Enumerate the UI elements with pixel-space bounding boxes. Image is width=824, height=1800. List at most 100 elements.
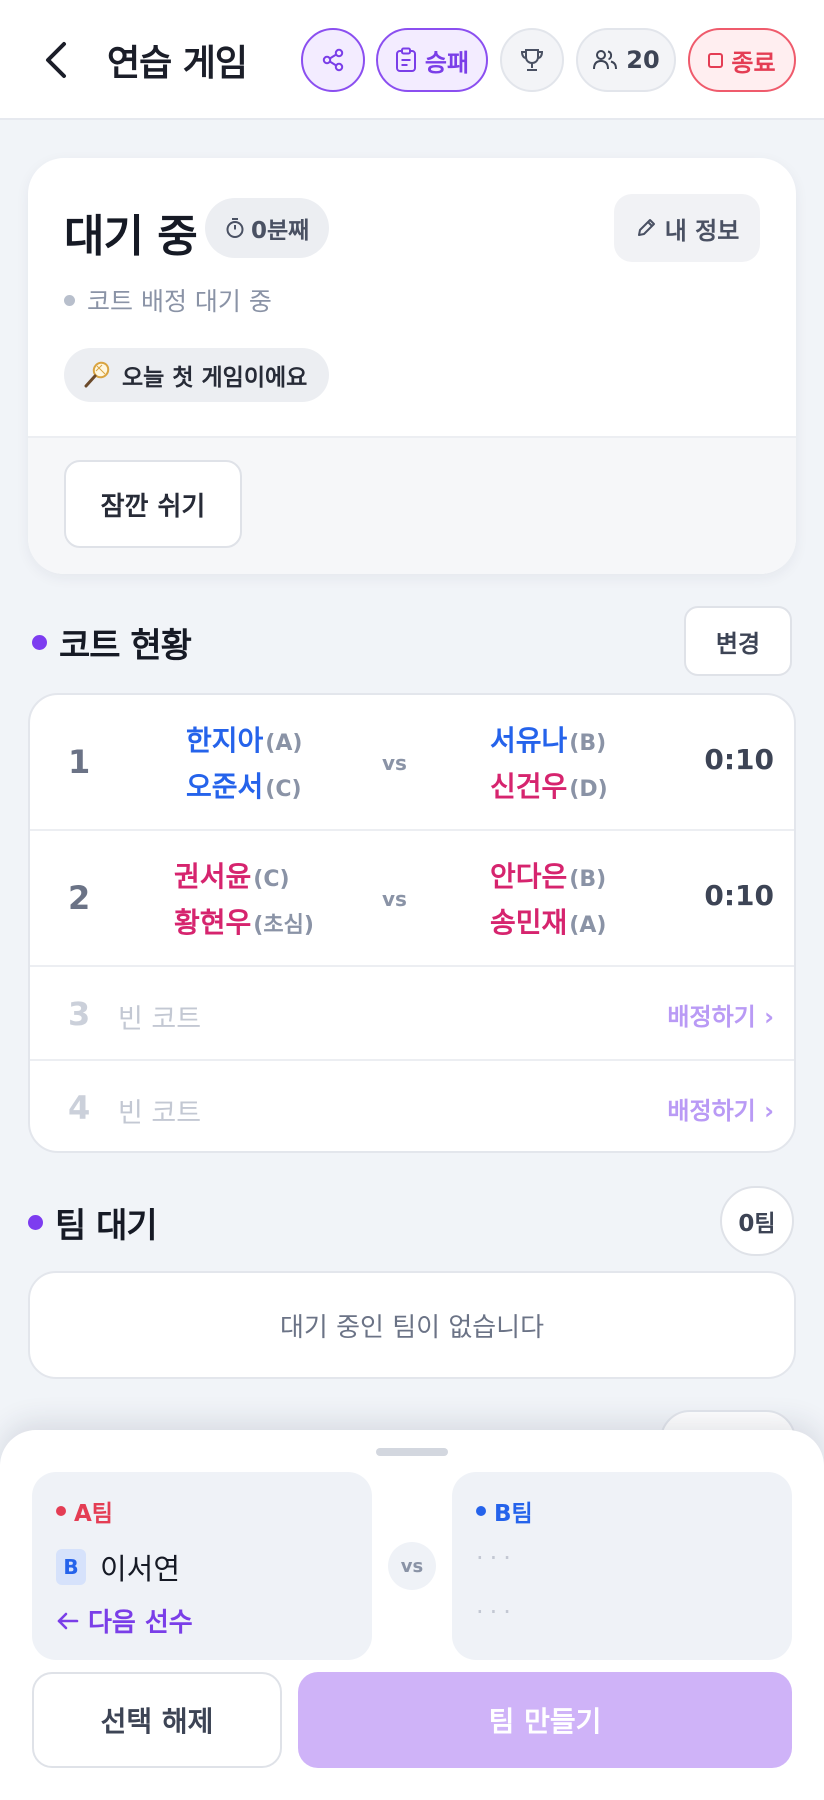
sheet-drag-handle[interactable] xyxy=(376,1448,448,1456)
app-header: 연습 게임 승패 20 종료 xyxy=(0,0,824,120)
make-team-button[interactable]: 팀 만들기 xyxy=(298,1672,792,1768)
players-button[interactable]: 20 xyxy=(576,28,676,92)
elapsed-badge: 0분째 xyxy=(205,198,330,258)
first-game-badge: 오늘 첫 게임이에요 xyxy=(64,348,330,402)
player-grade: (A) xyxy=(569,913,607,938)
next-player-text: 다음 선수 xyxy=(88,1608,193,1638)
vs-badge: vs xyxy=(388,1542,436,1590)
stop-icon xyxy=(708,52,724,68)
court-number: 1 xyxy=(68,743,91,781)
player-name: 한지아 xyxy=(186,724,264,757)
team-a-slot[interactable]: A팀 B 이서연 다음 선수 xyxy=(32,1472,372,1660)
player-name: 오준서 xyxy=(186,770,264,803)
clipboard-icon xyxy=(395,47,416,72)
chevron-left-icon xyxy=(46,42,66,78)
team-a-dot xyxy=(56,1506,66,1516)
empty-court-label: 빈 코트 xyxy=(118,1004,202,1035)
badminton-racket-icon xyxy=(84,361,110,388)
trophy-icon xyxy=(520,49,544,71)
users-icon xyxy=(593,50,618,70)
team-wait-heading: 팀 대기 xyxy=(28,1198,158,1247)
share-button[interactable] xyxy=(301,28,365,92)
court-row[interactable]: 1 한지아(A) 오준서(C) vs 서유나(B) 신건우(D) 0:10 xyxy=(30,695,794,831)
player: 황현우(초심) xyxy=(174,901,314,941)
court-number: 3 xyxy=(68,995,91,1033)
court-status-title: 코트 현황 xyxy=(59,626,192,666)
player-name: 신건우 xyxy=(490,770,568,803)
status-dot xyxy=(64,294,75,306)
court-row: 3 빈 코트 배정하기 › xyxy=(30,967,794,1061)
player-name: 서유나 xyxy=(490,724,568,757)
player-grade: (C) xyxy=(265,777,302,802)
empty-court-label: 빈 코트 xyxy=(118,1098,202,1129)
my-info-button[interactable]: 내 정보 xyxy=(614,194,760,262)
court-number: 4 xyxy=(68,1089,91,1127)
player: 오준서(C) xyxy=(186,765,302,805)
team-builder-sheet: A팀 B 이서연 다음 선수 vs B팀 ··· ··· 선택 해제 팀 만들기 xyxy=(0,1430,824,1800)
court-wait-status: 코트 배정 대기 중 xyxy=(64,282,272,318)
empty-member-slot: ··· xyxy=(476,1544,517,1572)
player-grade: (C) xyxy=(253,867,290,892)
member-name: 이서연 xyxy=(100,1552,181,1586)
court-timer: 0:10 xyxy=(704,879,774,912)
my-status-card: 대기 중 0분째 내 정보 코트 배정 대기 중 오늘 첫 게임이에요 잠깐 쉬… xyxy=(28,158,796,574)
player: 안다은(B) xyxy=(490,855,606,895)
court-timer: 0:10 xyxy=(704,743,774,776)
player-grade: (초심) xyxy=(253,913,314,938)
first-game-text: 오늘 첫 게임이에요 xyxy=(122,365,308,391)
stopwatch-icon xyxy=(226,218,244,238)
team-b-dot xyxy=(476,1506,486,1516)
player-name: 황현우 xyxy=(174,906,252,939)
team-b-label: B팀 xyxy=(476,1494,533,1528)
team-a-label: A팀 xyxy=(56,1494,113,1528)
court-row: 4 빈 코트 배정하기 › xyxy=(30,1061,794,1151)
player: 송민재(A) xyxy=(490,901,606,941)
section-dot xyxy=(32,635,47,650)
result-label: 승패 xyxy=(424,48,470,77)
player-name: 안다은 xyxy=(490,860,568,893)
my-info-label: 내 정보 xyxy=(664,216,740,245)
arrow-left-icon xyxy=(57,1612,79,1629)
selected-member[interactable]: B 이서연 xyxy=(56,1546,180,1588)
court-wait-text: 코트 배정 대기 중 xyxy=(87,287,272,316)
page-title: 연습 게임 xyxy=(107,43,248,84)
elapsed-text: 0분째 xyxy=(251,218,310,244)
vs-label: vs xyxy=(382,887,407,911)
result-button[interactable]: 승패 xyxy=(376,28,488,92)
next-player-prompt: 다음 선수 xyxy=(56,1602,193,1639)
team-wait-empty: 대기 중인 팀이 없습니다 xyxy=(28,1271,796,1379)
empty-member-slot: ··· xyxy=(476,1598,517,1626)
court-status-heading: 코트 현황 xyxy=(32,618,192,667)
player-name: 송민재 xyxy=(490,906,568,939)
deselect-button[interactable]: 선택 해제 xyxy=(32,1672,282,1768)
player: 권서윤(C) xyxy=(174,855,290,895)
assign-court-button[interactable]: 배정하기 › xyxy=(667,997,774,1032)
team-wait-title: 팀 대기 xyxy=(55,1206,158,1246)
player-name: 권서윤 xyxy=(174,860,252,893)
player-count: 20 xyxy=(626,46,660,74)
court-row[interactable]: 2 권서윤(C) 황현우(초심) vs 안다은(B) 송민재(A) 0:10 xyxy=(30,831,794,967)
back-button[interactable] xyxy=(36,38,76,82)
team-count-badge: 0팀 xyxy=(720,1186,794,1256)
player-grade: (D) xyxy=(569,777,608,802)
team-a-name: A팀 xyxy=(74,1501,113,1527)
take-break-button[interactable]: 잠깐 쉬기 xyxy=(64,460,242,548)
section-dot xyxy=(28,1215,43,1230)
player-grade: (A) xyxy=(265,731,303,756)
player-grade: (B) xyxy=(569,867,607,892)
end-label: 종료 xyxy=(731,48,776,77)
member-grade-chip: B xyxy=(56,1549,86,1585)
vs-label: vs xyxy=(382,751,407,775)
team-b-slot[interactable]: B팀 ··· ··· xyxy=(452,1472,792,1660)
court-number: 2 xyxy=(68,879,91,917)
player-grade: (B) xyxy=(569,731,607,756)
end-game-button[interactable]: 종료 xyxy=(688,28,796,92)
change-courts-button[interactable]: 변경 xyxy=(684,606,792,676)
pencil-icon xyxy=(637,219,655,236)
player: 신건우(D) xyxy=(490,765,608,805)
assign-court-button[interactable]: 배정하기 › xyxy=(667,1091,774,1126)
player: 서유나(B) xyxy=(490,719,606,759)
status-title: 대기 중 xyxy=(64,211,198,262)
ranking-button[interactable] xyxy=(500,28,564,92)
player: 한지아(A) xyxy=(186,719,302,759)
